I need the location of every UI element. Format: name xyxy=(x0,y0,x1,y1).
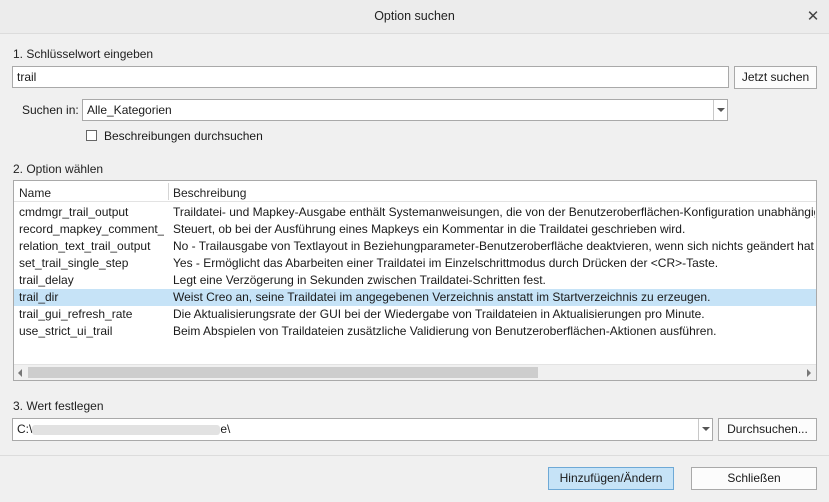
option-name: trail_gui_refresh_rate xyxy=(19,307,133,321)
horizontal-scrollbar[interactable] xyxy=(14,364,816,380)
search-now-button[interactable]: Jetzt suchen xyxy=(734,66,817,89)
option-description: Legt eine Verzögerung in Sekunden zwisch… xyxy=(173,273,546,287)
close-button[interactable]: Schließen xyxy=(691,467,817,490)
option-name: relation_text_trail_output xyxy=(19,239,151,253)
option-name: record_mapkey_comment_ xyxy=(19,222,164,236)
close-icon[interactable]: ✕ xyxy=(803,7,823,27)
table-row-selected[interactable]: trail_dir Weist Creo an, seine Traildate… xyxy=(14,289,816,306)
step1-label: 1. Schlüsselwort eingeben xyxy=(13,47,154,61)
browse-button[interactable]: Durchsuchen... xyxy=(718,418,817,441)
option-name: set_trail_single_step xyxy=(19,256,129,270)
search-in-label: Suchen in: xyxy=(22,103,79,117)
option-description: Yes - Ermöglicht das Abarbeiten einer Tr… xyxy=(173,256,719,270)
option-description: Die Aktualisierungsrate der GUI bei der … xyxy=(173,307,705,321)
value-prefix: C:\ xyxy=(17,422,33,436)
value-combobox[interactable]: C:\ e\ xyxy=(12,418,713,441)
keyword-input[interactable]: trail xyxy=(12,66,729,88)
dialog-title: Option suchen xyxy=(374,9,455,23)
chevron-down-icon[interactable] xyxy=(698,419,712,440)
scroll-left-icon[interactable] xyxy=(14,365,28,380)
column-divider[interactable] xyxy=(168,183,169,200)
option-description: No - Trailausgabe von Textlayout in Bezi… xyxy=(173,239,815,253)
scrollbar-thumb[interactable] xyxy=(28,367,538,378)
option-name: trail_dir xyxy=(19,290,59,304)
scroll-right-icon[interactable] xyxy=(802,365,816,380)
column-header-name[interactable]: Name xyxy=(19,186,51,200)
table-row[interactable]: set_trail_single_step Yes - Ermöglicht d… xyxy=(14,255,816,272)
category-value: Alle_Kategorien xyxy=(87,103,172,117)
table-row[interactable]: trail_delay Legt eine Verzögerung in Sek… xyxy=(14,272,816,289)
option-name: cmdmgr_trail_output xyxy=(19,205,129,219)
option-name: trail_delay xyxy=(19,273,74,287)
redacted-path xyxy=(32,424,221,435)
table-row[interactable]: trail_gui_refresh_rate Die Aktualisierun… xyxy=(14,306,816,323)
step2-label: 2. Option wählen xyxy=(13,162,104,176)
table-row[interactable]: cmdmgr_trail_output Traildatei- und Mapk… xyxy=(14,204,816,221)
category-select[interactable]: Alle_Kategorien xyxy=(82,99,728,121)
footer-divider xyxy=(0,455,829,456)
search-descriptions-checkbox[interactable] xyxy=(86,130,97,141)
table-row[interactable]: use_strict_ui_trail Beim Abspielen von T… xyxy=(14,323,816,340)
chevron-down-icon[interactable] xyxy=(713,100,727,120)
option-name: use_strict_ui_trail xyxy=(19,324,113,338)
add-change-button[interactable]: Hinzufügen/Ändern xyxy=(548,467,674,490)
table-row[interactable]: relation_text_trail_output No - Trailaus… xyxy=(14,238,816,255)
options-table[interactable]: Name Beschreibung cmdmgr_trail_output Tr… xyxy=(13,180,817,381)
value-suffix: e\ xyxy=(220,422,231,436)
option-description: Weist Creo an, seine Traildatei im angeg… xyxy=(173,290,711,304)
table-row[interactable]: record_mapkey_comment_ Steuert, ob bei d… xyxy=(14,221,816,238)
option-description: Beim Abspielen von Traildateien zusätzli… xyxy=(173,324,717,338)
option-description: Steuert, ob bei der Ausführung eines Map… xyxy=(173,222,686,236)
step3-label: 3. Wert festlegen xyxy=(13,399,104,413)
option-description: Traildatei- und Mapkey-Ausgabe enthält S… xyxy=(173,205,815,219)
column-header-description[interactable]: Beschreibung xyxy=(173,186,246,200)
search-descriptions-label: Beschreibungen durchsuchen xyxy=(104,129,263,143)
table-header: Name Beschreibung xyxy=(14,181,816,202)
